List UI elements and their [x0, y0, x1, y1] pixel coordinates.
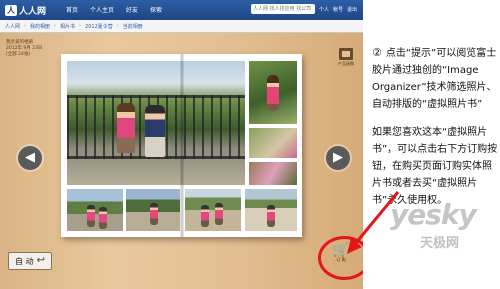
child-figure: [150, 203, 158, 225]
photo-thumb: [126, 189, 180, 231]
nav-item-profile[interactable]: 个人主页: [90, 5, 114, 14]
logo-text: 人人网: [19, 6, 47, 17]
user-link-profile[interactable]: 个人: [319, 6, 329, 13]
album-viewer-screenshot: 人 人人网 首页 个人主页 好友 探索 个人 帐号 退出 人人网 › 我的相册 …: [0, 0, 363, 289]
highlight-circle: [318, 236, 363, 280]
child-figure: [201, 205, 209, 227]
nav-item-friends[interactable]: 好友: [126, 5, 138, 14]
step-number: ②: [372, 46, 382, 59]
explanation-paragraph-1: ② 点击“提示”可以阅览富士胶片通过独创的“Image Organizer”技术筛…: [372, 44, 498, 113]
explanation-paragraph-2: 如果您喜欢这本“虚拟照片书”，可以点击右下方订购按钮，在购买页面订购实体照片书或…: [372, 127, 498, 206]
photo-thumb: [249, 128, 297, 158]
album-count: (全部 24张): [6, 52, 31, 57]
breadcrumb-item-current: 当前相册: [122, 23, 143, 30]
virtual-photo-book: [61, 54, 302, 237]
breadcrumb-item[interactable]: 我的相册: [30, 23, 50, 30]
breadcrumb-separator: ›: [54, 23, 57, 29]
explanation-text-1: 点击“提示”可以阅览富士胶片通过独创的“Image Organizer”技术筛选…: [372, 48, 497, 110]
user-area: 个人 帐号 退出: [250, 4, 357, 14]
auto-play-button[interactable]: 自 动 ↩: [8, 252, 52, 270]
photo-thumb: [185, 189, 241, 231]
explanation-panel: ② 点击“提示”可以阅览富士胶片通过独创的“Image Organizer”技术筛…: [372, 44, 498, 209]
photo-thumb: [245, 189, 297, 231]
child-figure: [145, 105, 165, 157]
child-figure: [99, 207, 107, 229]
user-link-logout[interactable]: 退出: [347, 6, 357, 13]
product-select-button[interactable]: 产品选购: [335, 48, 357, 70]
auto-play-label: 自 动: [15, 256, 34, 266]
child-figure: [267, 75, 279, 111]
product-box-icon: [339, 48, 353, 60]
album-info: 我亲爱的相册 2012年 9月 23日 (全部 24张): [6, 40, 42, 58]
breadcrumb-separator: ›: [79, 23, 82, 29]
breadcrumb-item[interactable]: 人人网: [5, 23, 20, 30]
breadcrumb-separator: ›: [24, 23, 27, 29]
logo-mark-icon: 人: [5, 4, 17, 16]
child-figure: [87, 205, 95, 227]
nav-item-explore[interactable]: 探索: [150, 5, 162, 14]
breadcrumb-separator: ›: [116, 23, 119, 29]
user-link-account[interactable]: 帐号: [333, 6, 343, 13]
child-figure: [215, 203, 223, 225]
photo-thumb: [67, 189, 123, 231]
child-figure: [117, 103, 135, 153]
watermark-logo: yesky 天极网: [390, 198, 498, 278]
main-nav: 首页 个人主页 好友 探索: [66, 5, 162, 14]
previous-page-button[interactable]: ◀: [18, 146, 42, 170]
return-arrow-icon: ↩: [36, 255, 45, 266]
watermark-sub: 天极网: [420, 236, 460, 251]
site-logo[interactable]: 人 人人网: [5, 3, 46, 17]
photo-thumb: [249, 61, 297, 124]
next-page-button[interactable]: ▶: [326, 146, 350, 170]
photo-thumb: [249, 162, 297, 185]
breadcrumb: 人人网 › 我的相册 › 相片书 › 2012夏令营 › 当前相册: [0, 20, 363, 33]
top-navigation-bar: 人 人人网 首页 个人主页 好友 探索 个人 帐号 退出: [0, 0, 363, 20]
nav-item-home[interactable]: 首页: [66, 5, 78, 14]
breadcrumb-item[interactable]: 相片书: [60, 23, 75, 30]
breadcrumb-item[interactable]: 2012夏令营: [85, 23, 113, 30]
search-input[interactable]: [250, 4, 315, 14]
product-select-label: 产品选购: [338, 61, 354, 66]
child-figure: [267, 205, 275, 227]
photo-main: [67, 61, 245, 185]
